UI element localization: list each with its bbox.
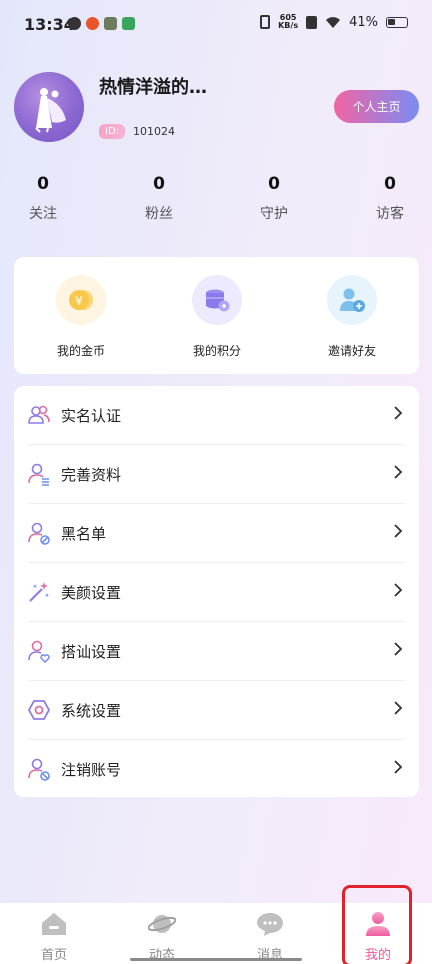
battery-percent: 41% (349, 14, 378, 30)
invite-friend-icon (327, 275, 377, 325)
quick-action-label: 我的积分 (192, 344, 241, 358)
stat-guardian[interactable]: 0 守护 (234, 174, 314, 223)
menu-label: 搭讪设置 (61, 643, 122, 661)
beauty-wand-icon (29, 582, 50, 602)
nav-tab-moments[interactable]: 动态 (108, 903, 216, 964)
chat-up-icon (28, 640, 50, 663)
stat-value: 0 (37, 174, 49, 194)
menu-label: 黑名单 (61, 525, 107, 543)
menu-item-beauty-settings[interactable]: 美颜设置 (14, 563, 419, 622)
my-points-button[interactable]: 我的积分 (162, 275, 272, 359)
menu-item-system-settings[interactable]: 系统设置 (14, 681, 419, 740)
menu-item-blacklist[interactable]: 黑名单 (14, 504, 419, 563)
notification-icons (68, 17, 135, 30)
weibo-icon (86, 17, 99, 30)
home-icon (42, 913, 66, 935)
id-badge: ID: (99, 124, 126, 139)
personal-homepage-button[interactable]: 个人主页 (334, 90, 419, 123)
chevron-right-icon (394, 406, 403, 420)
stat-value: 0 (268, 174, 280, 194)
chevron-right-icon (394, 583, 403, 597)
wifi-icon (326, 16, 341, 28)
stat-label: 粉丝 (145, 206, 173, 222)
settings-menu-card: 实名认证 完善资料 黑名单 美颜设置 搭讪设置 系统设置 注销账号 (14, 386, 419, 797)
system-settings-icon (27, 700, 51, 720)
quick-action-label: 邀请好友 (327, 344, 376, 358)
quick-actions-card: ¥ 我的金币 我的积分 邀请好友 (14, 257, 419, 374)
menu-item-chat-up-settings[interactable]: 搭讪设置 (14, 622, 419, 681)
chevron-right-icon (394, 701, 403, 715)
home-indicator[interactable] (130, 958, 302, 961)
chevron-right-icon (394, 465, 403, 479)
status-bar: 13:34 605 KB/s 41% (0, 0, 432, 50)
photo-app-icon (104, 17, 117, 30)
chevron-right-icon (394, 760, 403, 774)
menu-label: 实名认证 (61, 407, 122, 425)
chevron-right-icon (394, 524, 403, 538)
net-speed: 605 KB/s (278, 14, 298, 30)
net-speed-unit: KB/s (278, 21, 299, 30)
svg-text:¥: ¥ (75, 294, 83, 308)
blacklist-icon (28, 522, 50, 545)
planet-icon (147, 915, 177, 933)
message-icon (257, 913, 283, 936)
menu-item-real-name-auth[interactable]: 实名认证 (14, 386, 419, 445)
stat-visitors[interactable]: 0 访客 (350, 174, 430, 223)
nav-tab-messages[interactable]: 消息 (216, 903, 324, 964)
menu-item-complete-profile[interactable]: 完善资料 (14, 445, 419, 504)
menu-item-cancel-account[interactable]: 注销账号 (14, 740, 419, 799)
coin-icon: ¥ (56, 275, 106, 325)
stat-value: 0 (153, 174, 165, 194)
my-coins-button[interactable]: ¥ 我的金币 (26, 275, 136, 359)
highlight-annotation-box (342, 885, 412, 964)
notification-app-icon (68, 17, 81, 30)
user-id-row: ID: 101024 (99, 124, 175, 139)
chevron-right-icon (394, 642, 403, 656)
menu-label: 系统设置 (61, 702, 122, 720)
profile-edit-icon (28, 463, 49, 486)
menu-label: 注销账号 (61, 761, 122, 779)
nav-tab-home[interactable]: 首页 (0, 903, 108, 964)
system-status: 605 KB/s 41% (260, 14, 408, 30)
vibrate-icon (260, 15, 271, 29)
quick-action-label: 我的金币 (56, 344, 105, 358)
sim-off-icon (306, 15, 318, 29)
stat-value: 0 (384, 174, 396, 194)
avatar-couple-icon (35, 88, 66, 133)
cancel-account-icon (28, 758, 50, 781)
points-icon (192, 275, 242, 325)
stat-following[interactable]: 0 关注 (3, 174, 83, 223)
user-id: 101024 (133, 125, 176, 138)
stat-label: 关注 (29, 206, 57, 222)
real-name-auth-icon (28, 405, 50, 424)
nav-label: 首页 (40, 948, 67, 963)
battery-icon (386, 16, 408, 28)
stat-label: 访客 (376, 206, 404, 222)
menu-label: 完善资料 (61, 466, 122, 484)
nickname: 热情洋溢的… (99, 77, 207, 98)
invite-friends-button[interactable]: 邀请好友 (297, 275, 407, 359)
map-app-icon (122, 17, 135, 30)
stat-label: 守护 (260, 206, 288, 222)
stat-fans[interactable]: 0 粉丝 (119, 174, 199, 223)
avatar[interactable] (14, 72, 84, 142)
menu-label: 美颜设置 (61, 584, 122, 602)
